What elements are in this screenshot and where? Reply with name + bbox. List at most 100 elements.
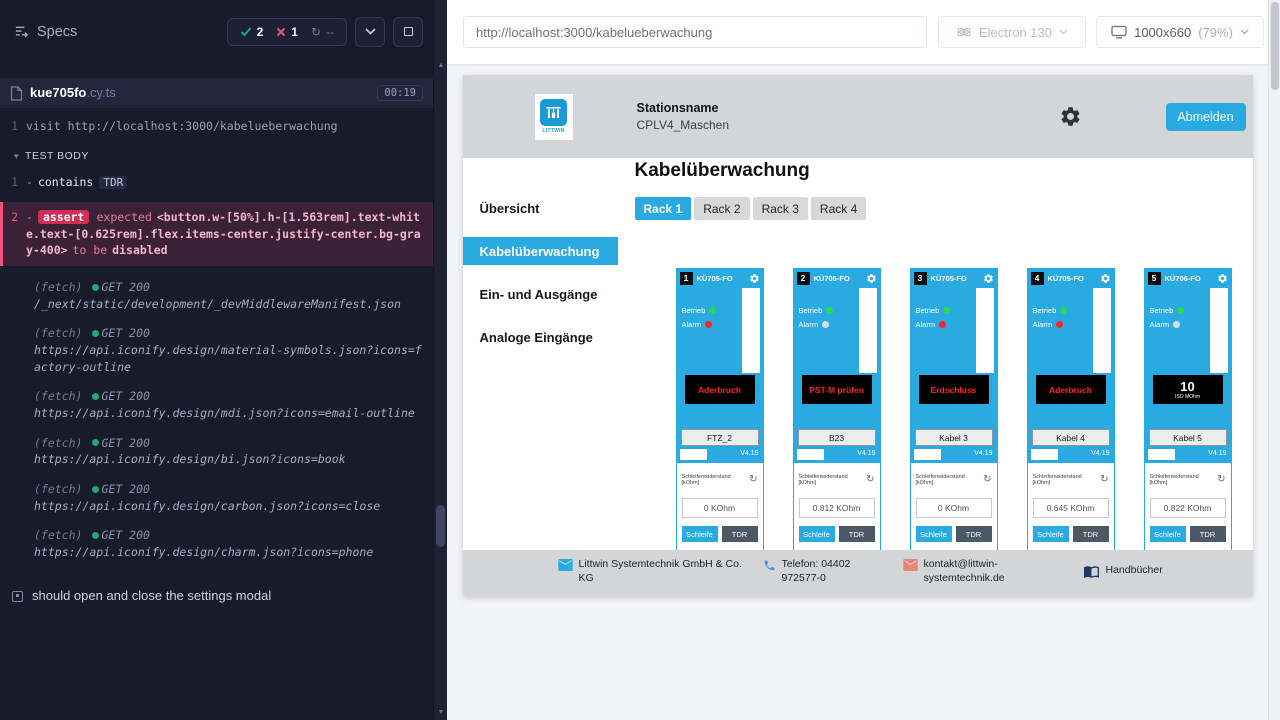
betrieb-led <box>826 307 833 314</box>
fetch-status: GET 200 <box>101 527 149 544</box>
version-box <box>1031 449 1058 460</box>
status-dot-icon <box>92 284 99 291</box>
test-body-section[interactable]: ▾ TEST BODY <box>14 149 433 164</box>
logout-button[interactable]: Abmelden <box>1166 103 1246 131</box>
resistance-value: 0.645 KOhm <box>1033 498 1109 518</box>
card-settings-icon[interactable] <box>1217 273 1228 284</box>
alarm-label: Alarm <box>682 320 702 329</box>
refresh-icon[interactable]: ↻ <box>1217 475 1225 485</box>
status-dot-icon <box>92 486 99 493</box>
assert-middle: to be <box>73 243 108 257</box>
betrieb-label: Betrieb <box>682 306 706 315</box>
firmware-version: V4.19 <box>974 450 992 457</box>
test-state-icon <box>12 591 23 602</box>
sidebar-item-kabelueberwachung[interactable]: Kabelüberwachung <box>463 237 618 265</box>
tdr-button[interactable]: TDR <box>722 526 758 542</box>
card-settings-icon[interactable] <box>1100 273 1111 284</box>
chevron-down-icon <box>1240 29 1249 35</box>
tab-rack-1[interactable]: Rack 1 <box>635 197 692 220</box>
schleife-button[interactable]: Schleife <box>1033 526 1069 542</box>
network-request-row[interactable]: (fetch)GET 200 https://api.iconify.desig… <box>0 527 433 560</box>
card-settings-icon[interactable] <box>983 273 994 284</box>
cable-name: Kabel 4 <box>1032 429 1110 446</box>
footer-manuals-link[interactable]: Handbücher <box>1083 563 1163 579</box>
electron-browser-icon <box>956 24 972 40</box>
card-model: KÜ705-FO <box>1048 274 1084 283</box>
settings-gear-icon[interactable] <box>1059 105 1082 128</box>
fetch-url: https://api.iconify.design/mdi.json?icon… <box>34 405 423 422</box>
network-request-row[interactable]: (fetch)GET 200 https://api.iconify.desig… <box>0 388 433 421</box>
card-settings-icon[interactable] <box>866 273 877 284</box>
version-box <box>914 449 941 460</box>
tab-rack-2[interactable]: Rack 2 <box>694 197 749 220</box>
resistance-label: Schleifenwiderstand [kOhm] <box>1150 474 1218 486</box>
card-side-panel <box>742 288 760 373</box>
spec-file-row[interactable]: kue705fo.cy.ts 00:19 <box>0 78 433 108</box>
failed-assert-row[interactable]: 2 -assertexpected<button.w-[50%].h-[1.56… <box>0 202 433 266</box>
fetch-label: (fetch) <box>34 527 82 544</box>
page-scrollbar[interactable] <box>1268 0 1280 720</box>
line-number: 2 <box>3 209 26 259</box>
command-name: visit <box>26 119 61 133</box>
tab-rack-3[interactable]: Rack 3 <box>753 197 808 220</box>
sidebar-item-uebersicht[interactable]: Übersicht <box>463 194 618 222</box>
next-test-row[interactable]: should open and close the settings modal <box>12 587 433 606</box>
refresh-icon[interactable]: ↻ <box>983 475 991 485</box>
tdr-button[interactable]: TDR <box>1073 526 1109 542</box>
fetch-status: GET 200 <box>101 435 149 452</box>
stop-run-button[interactable] <box>393 17 423 47</box>
rack-tabs: Rack 1 Rack 2 Rack 3 Rack 4 <box>635 197 1253 220</box>
tab-rack-4[interactable]: Rack 4 <box>811 197 866 220</box>
viewport-select[interactable]: 1000x660 (79%) <box>1096 16 1264 48</box>
app-main: Kabelüberwachung Rack 1 Rack 2 Rack 3 Ra… <box>618 158 1253 550</box>
chevron-down-icon <box>1059 29 1068 35</box>
schleife-button[interactable]: Schleife <box>1150 526 1186 542</box>
fetch-url: /_next/static/development/_devMiddleware… <box>34 296 423 313</box>
tdr-button[interactable]: TDR <box>956 526 992 542</box>
fetch-status: GET 200 <box>101 325 149 342</box>
browser-select[interactable]: Electron 130 <box>938 16 1086 48</box>
network-request-row[interactable]: (fetch)GET 200 /_next/static/development… <box>0 279 433 312</box>
scroll-down-icon[interactable]: ▼ <box>434 709 448 716</box>
card-side-panel <box>976 288 994 373</box>
viewport-size: 1000x660 <box>1134 25 1191 40</box>
network-request-row[interactable]: (fetch)GET 200 https://api.iconify.desig… <box>0 435 433 468</box>
schleife-button[interactable]: Schleife <box>682 526 718 542</box>
reporter-scrollbar[interactable]: ▲ ▼ <box>433 0 447 720</box>
fetch-url: https://api.iconify.design/bi.json?icons… <box>34 451 423 468</box>
refresh-icon[interactable]: ↻ <box>866 475 874 485</box>
sidebar-item-ein-und-ausgaenge[interactable]: Ein- und Ausgänge <box>463 280 618 308</box>
card-number: 2 <box>797 272 810 285</box>
schleife-button[interactable]: Schleife <box>916 526 952 542</box>
footer-email[interactable]: kontakt@littwin-systemtechnik.de <box>903 558 1016 585</box>
status-dot-icon <box>92 532 99 539</box>
command-contains-row[interactable]: 1 -containsTDR <box>0 174 433 191</box>
refresh-icon[interactable]: ↻ <box>749 475 757 485</box>
scrollbar-thumb[interactable] <box>1271 2 1279 90</box>
card-settings-icon[interactable] <box>749 273 760 284</box>
footer-company: Littwin Systemtechnik GmbH & Co. KG <box>558 558 754 585</box>
network-request-row[interactable]: (fetch)GET 200 https://api.iconify.desig… <box>0 481 433 514</box>
specs-menu-button[interactable]: Specs <box>14 24 77 40</box>
chevron-down-icon <box>365 28 376 35</box>
refresh-icon[interactable]: ↻ <box>1100 475 1108 485</box>
schleife-button[interactable]: Schleife <box>799 526 835 542</box>
scrollbar-thumb[interactable] <box>436 505 445 547</box>
scroll-up-icon[interactable]: ▲ <box>434 62 448 69</box>
device-card-4: 4KÜ705-FO BetriebAlarm Aderbruch Kabel 4… <box>1027 268 1115 550</box>
collapse-reporter-button[interactable] <box>355 17 385 47</box>
cable-name: Kabel 5 <box>1149 429 1227 446</box>
spec-file-icon <box>10 86 23 101</box>
url-input[interactable] <box>463 16 927 48</box>
firmware-version: V4.19 <box>1091 450 1109 457</box>
command-visit-row[interactable]: 1 visit http://localhost:3000/kabelueber… <box>0 118 433 135</box>
tdr-button[interactable]: TDR <box>1190 526 1226 542</box>
network-request-row[interactable]: (fetch)GET 200 https://api.iconify.desig… <box>0 325 433 375</box>
card-side-panel <box>1210 288 1228 373</box>
status-display: Aderbruch <box>685 375 755 404</box>
command-arg-tag: TDR <box>99 176 127 189</box>
card-number: 3 <box>914 272 927 285</box>
sidebar-item-analoge-eingaenge[interactable]: Analoge Eingänge <box>463 323 618 351</box>
alarm-label: Alarm <box>799 320 819 329</box>
tdr-button[interactable]: TDR <box>839 526 875 542</box>
